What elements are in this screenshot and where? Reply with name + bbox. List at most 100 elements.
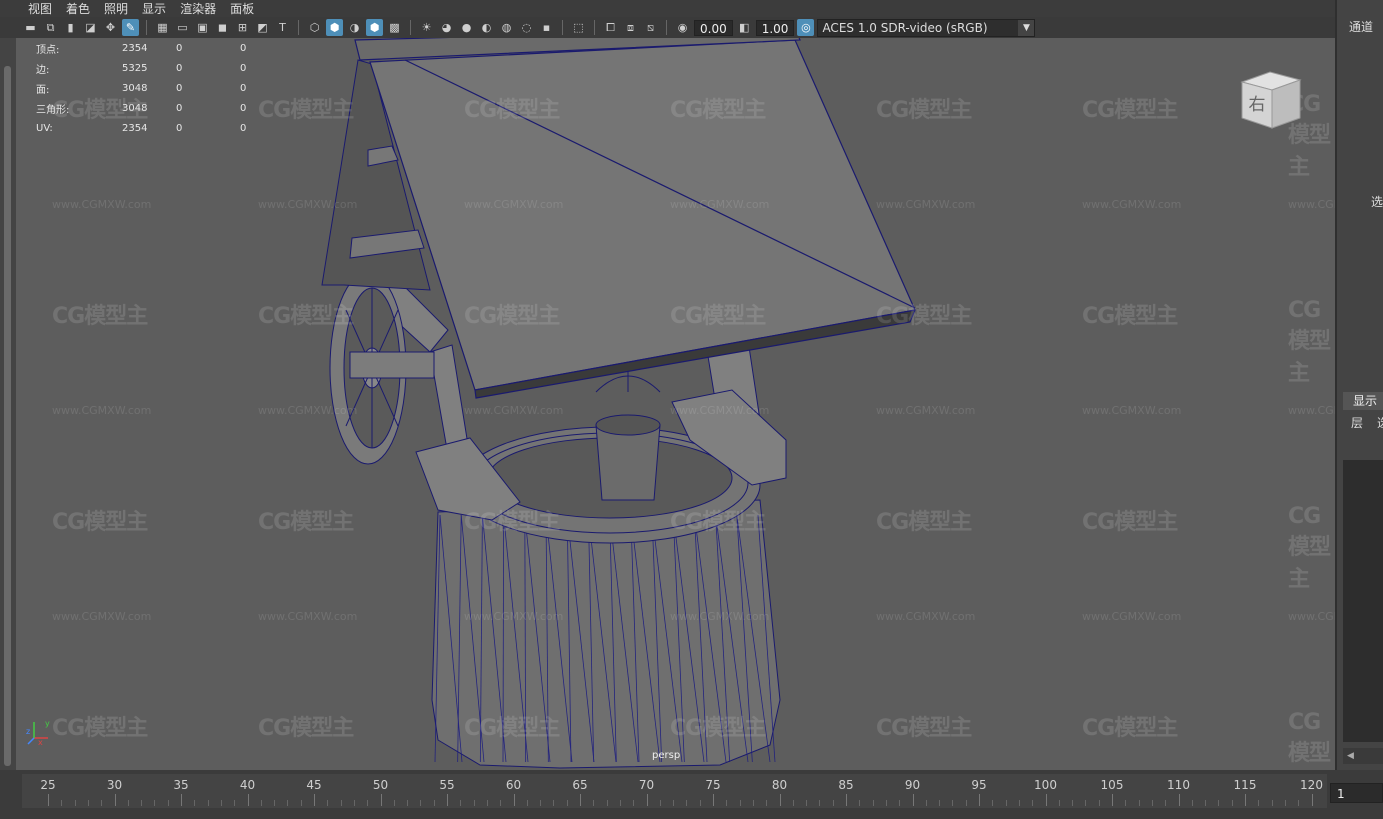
camera-attributes-icon[interactable]: ⧉ [42,19,59,36]
timeline-minor-tick [353,800,355,806]
vertical-scrollbar[interactable] [4,66,11,766]
xray-icon[interactable]: ● [458,19,475,36]
timeline-minor-tick [1018,800,1020,806]
depth-of-field-icon[interactable]: ⧈ [622,19,639,36]
hud-value: 0 [240,62,247,74]
timeline-tick-label: 100 [1034,778,1057,792]
resolution-gate-icon[interactable]: ▣ [194,19,211,36]
horizontal-scrollbar[interactable]: ◀ [1343,748,1383,764]
timeline-tick [314,794,315,806]
watermark-logo: CG模型主 [876,510,972,535]
isolate-select-icon[interactable]: ⬚ [570,19,587,36]
timeline-minor-tick [1151,800,1153,806]
camera-icon[interactable]: ▬ [22,19,39,36]
gate-mask-icon[interactable]: ◼ [214,19,231,36]
timeline-tick-label: 70 [638,778,655,792]
image-plane-icon[interactable]: ◪ [82,19,99,36]
timeline-ruler[interactable]: 25 30 35 40 45 50 55 60 65 70 75 80 85 90 95 100 105 110 1… [22,774,1327,808]
timeline-minor-tick [925,800,927,806]
timeline-minor-tick [726,800,728,806]
watermark-logo: CG模型主 [1082,716,1178,741]
menu-panels[interactable]: 面板 [230,0,254,17]
exposure-icon[interactable]: ◉ [674,19,691,36]
field-chart-icon[interactable]: ⊞ [234,19,251,36]
safe-title-icon[interactable]: T [274,19,291,36]
menu-show[interactable]: 显示 [142,0,166,17]
timeline-tick-label: 90 [904,778,921,792]
wireframe-on-shaded-icon[interactable]: ⬢ [366,19,383,36]
timeline-minor-tick [274,800,276,806]
watermark-url: www.CGMXW.com [876,610,976,623]
color-management-icon[interactable]: ◎ [797,19,815,36]
xray-joints-icon[interactable]: ◐ [478,19,495,36]
shadows-icon[interactable]: ◕ [438,19,455,36]
watermark-url: www.CGMXW.com [670,198,770,211]
gamma-icon[interactable]: ◧ [736,19,753,36]
textured-icon[interactable]: ▩ [386,19,403,36]
timeline-minor-tick [540,800,542,806]
safe-action-icon[interactable]: ◩ [254,19,271,36]
channels-menu[interactable]: 通道 [1349,18,1373,35]
watermark-url: www.CGMXW.com [1082,198,1182,211]
bounding-box-icon[interactable]: ⧠ [602,19,619,36]
select-menu[interactable]: 选 [1371,193,1383,210]
menu-view[interactable]: 视图 [28,0,52,17]
timeline-minor-tick [1072,800,1074,806]
timeline-tick-label: 115 [1233,778,1257,792]
film-gate-icon[interactable]: ▭ [174,19,191,36]
view-transform-dropdown[interactable]: ACES 1.0 SDR-video (sRGB) ▼ [817,18,1036,37]
current-frame-field[interactable]: 1 [1330,783,1383,803]
watermark-url: www.CGMXW.com [52,198,152,211]
timeline-minor-tick [87,800,89,806]
lights-icon[interactable]: ☀ [418,19,435,36]
xray-components-icon[interactable]: ◍ [498,19,515,36]
timeline-minor-tick [593,800,595,806]
ambient-occlusion-icon[interactable]: ◌ [518,19,535,36]
timeline-tick [247,794,249,806]
watermark-url: www.CGMXW.com [464,404,564,417]
timeline-tick [447,794,448,806]
timeline-tick [1045,794,1047,806]
viewcube[interactable]: 右 [1238,66,1304,132]
timeline-minor-tick [433,800,435,806]
bookmark-icon[interactable]: ▮ [62,19,79,36]
timeline-tick-label: 75 [705,778,721,792]
smooth-shade-icon[interactable]: ⬢ [326,19,343,36]
watermark-logo: CG模型主 [1082,98,1178,123]
menu-shading[interactable]: 着色 [66,0,90,17]
time-slider[interactable]: 25 30 35 40 45 50 55 60 65 70 75 80 85 90 95 100 105 110 1… [0,770,1383,819]
timeline-tick-label: 110 [1167,778,1190,792]
timeline-minor-tick [885,800,887,806]
3d-viewport[interactable]: CG模型主 CG模型主 CG模型主 CG模型主 CG模型主 CG模型主 CG模型主 CG模型主… [0,0,1335,770]
watermark-url: www.CGMXW.com [1288,404,1335,417]
timeline-minor-tick [420,800,422,806]
hud-label: 顶点: [36,44,60,56]
layer-list[interactable] [1343,460,1383,742]
timeline-minor-tick [367,800,369,806]
watermark-logo: CG模型主 [464,510,560,535]
timeline-minor-tick [553,800,555,806]
watermark-logo: CG模型主 [52,716,148,741]
timeline-minor-tick [1191,800,1193,806]
wireframe-icon[interactable]: ⬡ [306,19,323,36]
timeline-minor-tick [526,800,528,806]
toolbar-divider [298,20,299,35]
timeline-minor-tick [859,800,861,806]
layer-options-menu[interactable]: 选 [1377,414,1383,431]
hud-value: 3048 [122,102,148,114]
grease-pencil-icon[interactable]: ✎ [122,19,139,36]
gamma-field[interactable]: 1.00 [755,19,795,36]
hud-row-edges: 边: 5325 0 0 [36,58,270,78]
grid-icon[interactable]: ▦ [154,19,171,36]
menu-lighting[interactable]: 照明 [104,0,128,17]
antialiasing-icon[interactable]: ▪ [538,19,555,36]
exposure-field[interactable]: 0.00 [694,19,733,36]
menu-renderer[interactable]: 渲染器 [180,0,216,17]
motion-blur-icon[interactable]: ⧅ [642,19,659,36]
layers-menu[interactable]: 层 [1351,414,1363,431]
tab-display[interactable]: 显示 [1343,392,1383,410]
timeline-tick-label: 35 [173,778,189,792]
2d-pan-zoom-icon[interactable]: ✥ [102,19,119,36]
timeline-minor-tick [1058,800,1060,806]
default-material-icon[interactable]: ◑ [346,19,363,36]
